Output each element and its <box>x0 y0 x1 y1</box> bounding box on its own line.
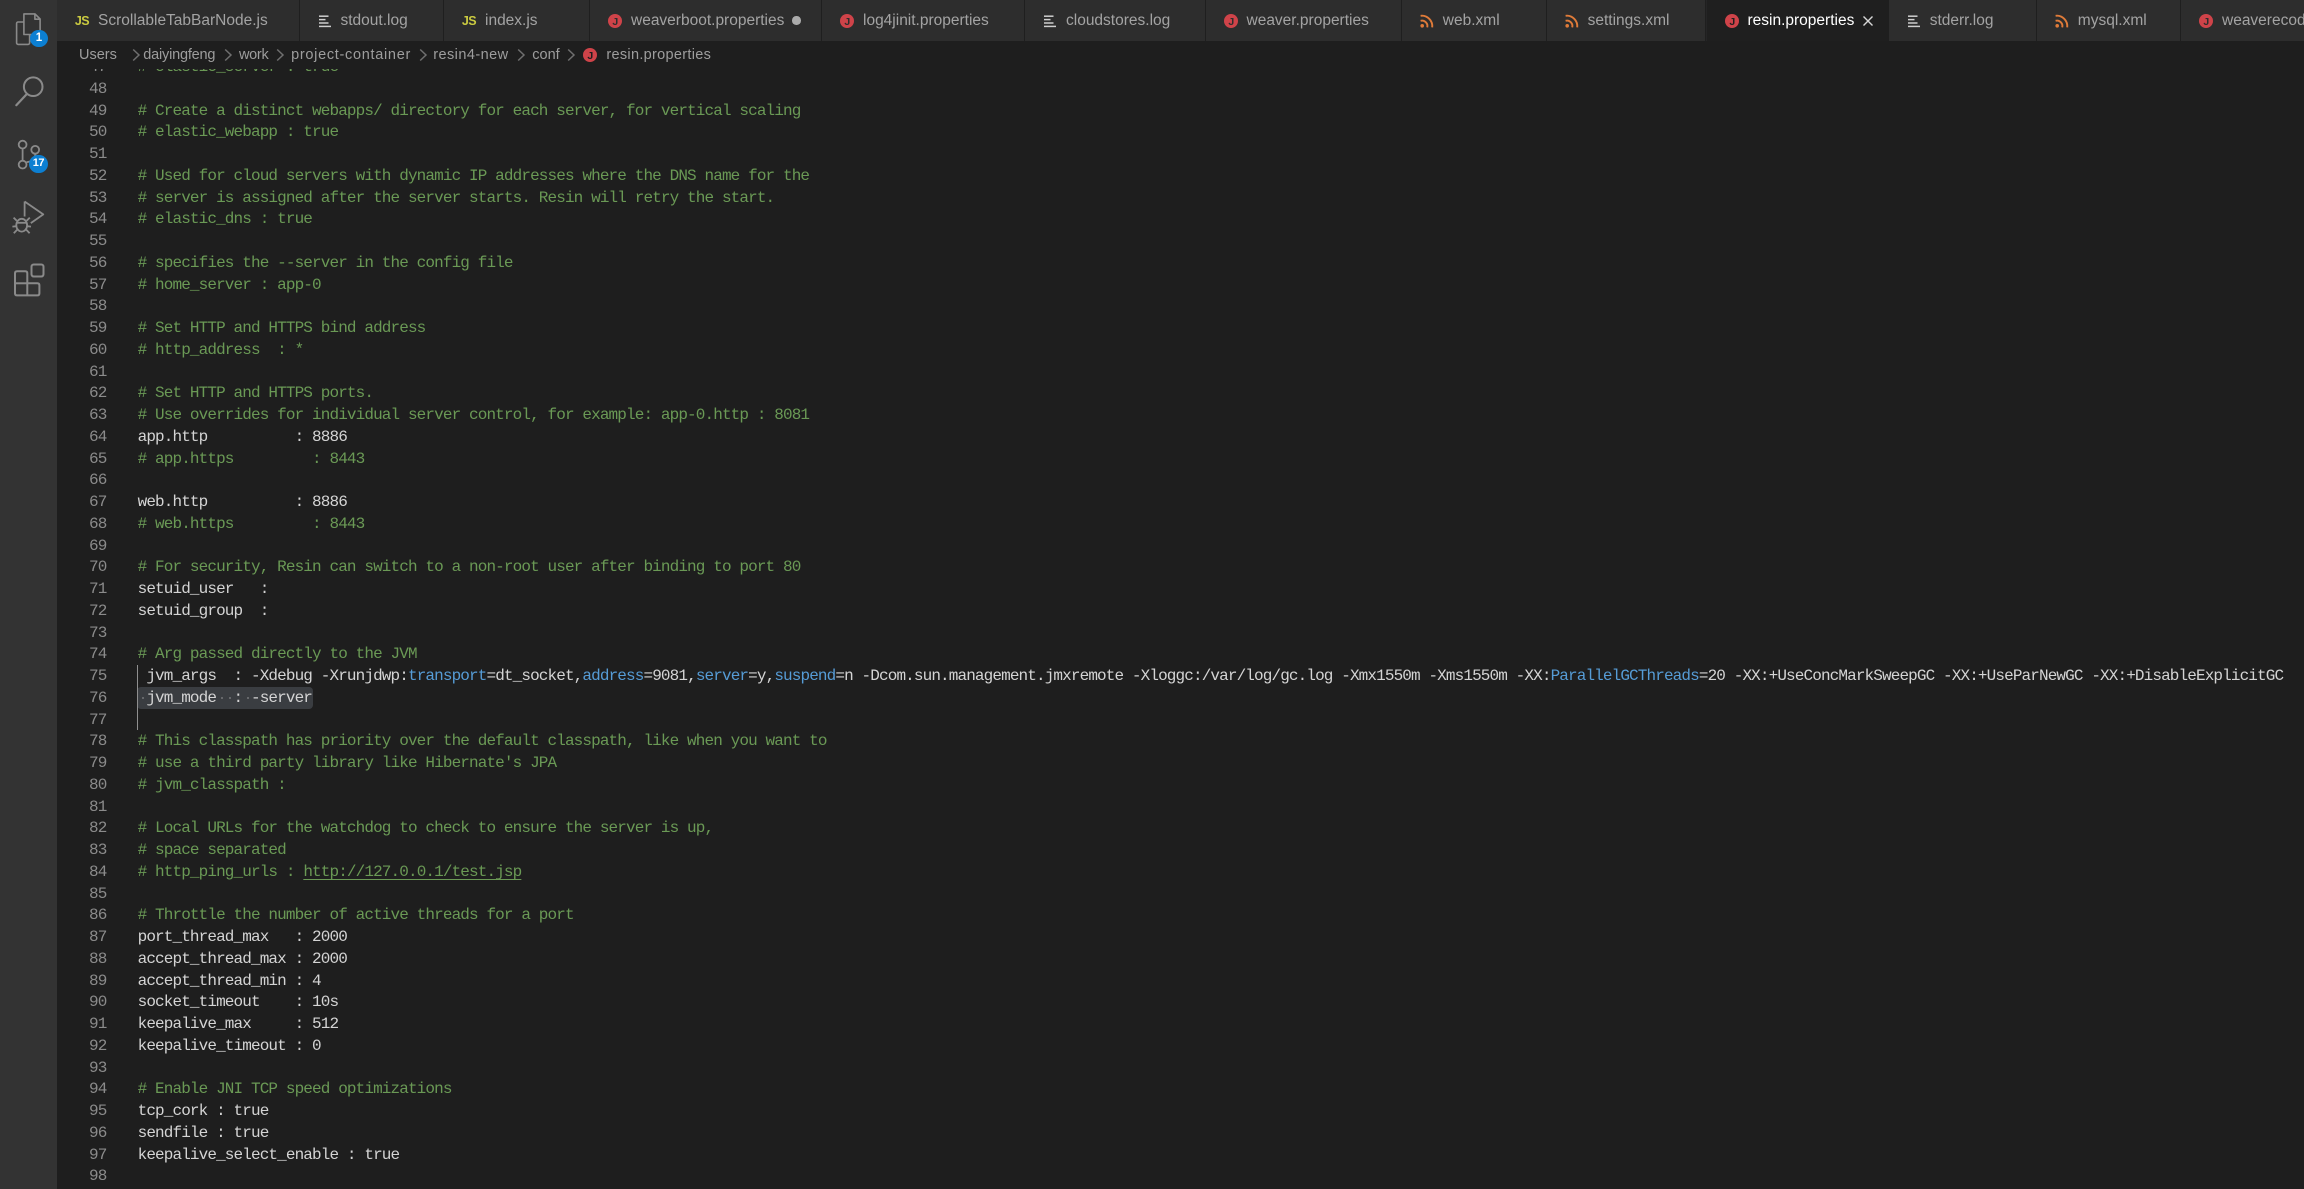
svg-text:J: J <box>2203 16 2209 28</box>
svg-text:J: J <box>844 16 850 28</box>
svg-text:J: J <box>612 16 618 28</box>
svg-text:J: J <box>1228 16 1234 28</box>
svg-text:J: J <box>588 50 594 62</box>
svg-text:J: J <box>1729 16 1735 28</box>
